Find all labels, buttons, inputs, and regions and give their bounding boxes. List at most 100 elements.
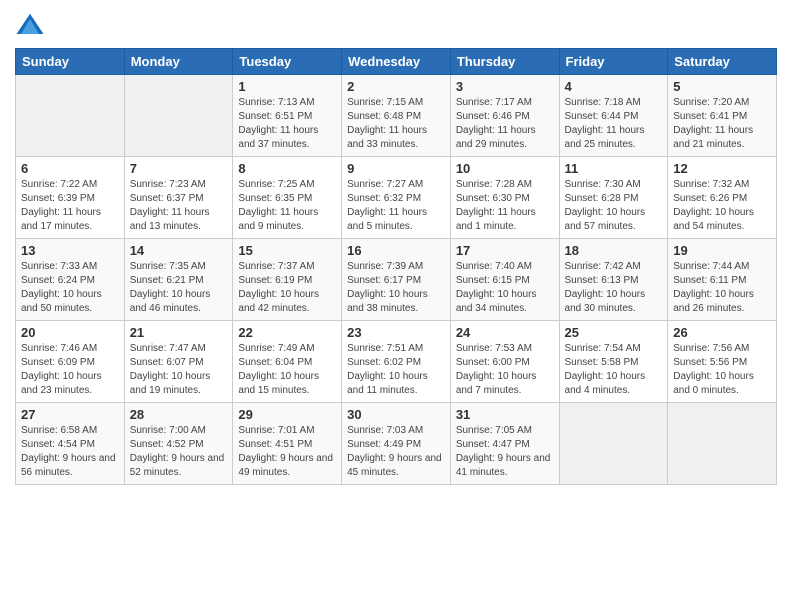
calendar: SundayMondayTuesdayWednesdayThursdayFrid… — [15, 48, 777, 485]
day-info: Sunrise: 7:42 AM Sunset: 6:13 PM Dayligh… — [565, 260, 663, 316]
weekday-header-monday: Monday — [124, 49, 233, 75]
calendar-cell: 21 Sunrise: 7:47 AM Sunset: 6:07 PM Dayli… — [124, 321, 233, 403]
day-number: 19 — [673, 243, 771, 258]
weekday-header-wednesday: Wednesday — [342, 49, 451, 75]
day-info: Sunrise: 7:23 AM Sunset: 6:37 PM Dayligh… — [130, 178, 228, 234]
calendar-cell — [668, 403, 777, 485]
calendar-cell: 31 Sunrise: 7:05 AM Sunset: 4:47 PM Dayli… — [450, 403, 559, 485]
calendar-cell: 17 Sunrise: 7:40 AM Sunset: 6:15 PM Dayli… — [450, 239, 559, 321]
calendar-cell: 6 Sunrise: 7:22 AM Sunset: 6:39 PM Daylig… — [16, 157, 125, 239]
weekday-header-friday: Friday — [559, 49, 668, 75]
calendar-cell: 22 Sunrise: 7:49 AM Sunset: 6:04 PM Dayli… — [233, 321, 342, 403]
day-info: Sunrise: 7:40 AM Sunset: 6:15 PM Dayligh… — [456, 260, 554, 316]
calendar-cell: 23 Sunrise: 7:51 AM Sunset: 6:02 PM Dayli… — [342, 321, 451, 403]
day-number: 25 — [565, 325, 663, 340]
day-info: Sunrise: 7:05 AM Sunset: 4:47 PM Dayligh… — [456, 424, 554, 480]
calendar-cell: 4 Sunrise: 7:18 AM Sunset: 6:44 PM Daylig… — [559, 75, 668, 157]
day-number: 21 — [130, 325, 228, 340]
day-number: 6 — [21, 161, 119, 176]
day-info: Sunrise: 7:33 AM Sunset: 6:24 PM Dayligh… — [21, 260, 119, 316]
calendar-cell: 15 Sunrise: 7:37 AM Sunset: 6:19 PM Dayli… — [233, 239, 342, 321]
day-number: 27 — [21, 407, 119, 422]
day-info: Sunrise: 7:32 AM Sunset: 6:26 PM Dayligh… — [673, 178, 771, 234]
calendar-cell: 26Sunrise: 7:56 AM Sunset: 5:56 PM Dayli… — [668, 321, 777, 403]
day-info: Sunrise: 7:15 AM Sunset: 6:48 PM Dayligh… — [347, 96, 445, 152]
calendar-cell: 12 Sunrise: 7:32 AM Sunset: 6:26 PM Dayli… — [668, 157, 777, 239]
day-info: Sunrise: 7:44 AM Sunset: 6:11 PM Dayligh… — [673, 260, 771, 316]
day-info: Sunrise: 7:53 AM Sunset: 6:00 PM Dayligh… — [456, 342, 554, 398]
calendar-cell: 10 Sunrise: 7:28 AM Sunset: 6:30 PM Dayli… — [450, 157, 559, 239]
weekday-header-thursday: Thursday — [450, 49, 559, 75]
weekday-header-saturday: Saturday — [668, 49, 777, 75]
day-number: 4 — [565, 79, 663, 94]
day-number: 22 — [238, 325, 336, 340]
day-number: 8 — [238, 161, 336, 176]
calendar-cell: 27 Sunrise: 6:58 AM Sunset: 4:54 PM Dayli… — [16, 403, 125, 485]
day-number: 28 — [130, 407, 228, 422]
calendar-cell: 19 Sunrise: 7:44 AM Sunset: 6:11 PM Dayli… — [668, 239, 777, 321]
day-number: 13 — [21, 243, 119, 258]
day-info: Sunrise: 7:18 AM Sunset: 6:44 PM Dayligh… — [565, 96, 663, 152]
day-number: 26 — [673, 325, 771, 340]
calendar-cell: 25 Sunrise: 7:54 AM Sunset: 5:58 PM Dayli… — [559, 321, 668, 403]
calendar-cell: 20Sunrise: 7:46 AM Sunset: 6:09 PM Dayli… — [16, 321, 125, 403]
logo — [15, 10, 49, 40]
day-number: 24 — [456, 325, 554, 340]
day-number: 17 — [456, 243, 554, 258]
calendar-cell: 1 Sunrise: 7:13 AM Sunset: 6:51 PM Daylig… — [233, 75, 342, 157]
weekday-header-sunday: Sunday — [16, 49, 125, 75]
day-info: Sunrise: 7:49 AM Sunset: 6:04 PM Dayligh… — [238, 342, 336, 398]
day-info: Sunrise: 7:17 AM Sunset: 6:46 PM Dayligh… — [456, 96, 554, 152]
day-info: Sunrise: 7:20 AM Sunset: 6:41 PM Dayligh… — [673, 96, 771, 152]
day-number: 5 — [673, 79, 771, 94]
day-info: Sunrise: 7:47 AM Sunset: 6:07 PM Dayligh… — [130, 342, 228, 398]
calendar-cell — [16, 75, 125, 157]
calendar-cell — [559, 403, 668, 485]
day-info: Sunrise: 7:54 AM Sunset: 5:58 PM Dayligh… — [565, 342, 663, 398]
day-info: Sunrise: 7:51 AM Sunset: 6:02 PM Dayligh… — [347, 342, 445, 398]
day-number: 20 — [21, 325, 119, 340]
calendar-cell: 14 Sunrise: 7:35 AM Sunset: 6:21 PM Dayli… — [124, 239, 233, 321]
day-number: 9 — [347, 161, 445, 176]
day-number: 10 — [456, 161, 554, 176]
day-info: Sunrise: 7:39 AM Sunset: 6:17 PM Dayligh… — [347, 260, 445, 316]
calendar-cell: 11 Sunrise: 7:30 AM Sunset: 6:28 PM Dayli… — [559, 157, 668, 239]
day-number: 30 — [347, 407, 445, 422]
day-info: Sunrise: 7:22 AM Sunset: 6:39 PM Dayligh… — [21, 178, 119, 234]
day-info: Sunrise: 7:01 AM Sunset: 4:51 PM Dayligh… — [238, 424, 336, 480]
day-number: 1 — [238, 79, 336, 94]
calendar-cell: 7 Sunrise: 7:23 AM Sunset: 6:37 PM Daylig… — [124, 157, 233, 239]
day-number: 18 — [565, 243, 663, 258]
day-number: 23 — [347, 325, 445, 340]
day-number: 3 — [456, 79, 554, 94]
calendar-cell: 8 Sunrise: 7:25 AM Sunset: 6:35 PM Daylig… — [233, 157, 342, 239]
calendar-cell: 28Sunrise: 7:00 AM Sunset: 4:52 PM Dayli… — [124, 403, 233, 485]
day-number: 14 — [130, 243, 228, 258]
day-info: Sunrise: 7:13 AM Sunset: 6:51 PM Dayligh… — [238, 96, 336, 152]
day-info: Sunrise: 6:58 AM Sunset: 4:54 PM Dayligh… — [21, 424, 119, 480]
logo-icon — [15, 10, 45, 40]
calendar-cell: 29Sunrise: 7:01 AM Sunset: 4:51 PM Dayli… — [233, 403, 342, 485]
calendar-cell: 24 Sunrise: 7:53 AM Sunset: 6:00 PM Dayli… — [450, 321, 559, 403]
day-number: 11 — [565, 161, 663, 176]
day-info: Sunrise: 7:25 AM Sunset: 6:35 PM Dayligh… — [238, 178, 336, 234]
day-info: Sunrise: 7:35 AM Sunset: 6:21 PM Dayligh… — [130, 260, 228, 316]
day-number: 16 — [347, 243, 445, 258]
calendar-cell — [124, 75, 233, 157]
calendar-cell: 9 Sunrise: 7:27 AM Sunset: 6:32 PM Daylig… — [342, 157, 451, 239]
page-header — [15, 10, 777, 40]
calendar-cell: 18 Sunrise: 7:42 AM Sunset: 6:13 PM Dayli… — [559, 239, 668, 321]
day-number: 15 — [238, 243, 336, 258]
day-number: 12 — [673, 161, 771, 176]
weekday-header-tuesday: Tuesday — [233, 49, 342, 75]
calendar-cell: 16 Sunrise: 7:39 AM Sunset: 6:17 PM Dayli… — [342, 239, 451, 321]
day-info: Sunrise: 7:27 AM Sunset: 6:32 PM Dayligh… — [347, 178, 445, 234]
calendar-cell: 30 Sunrise: 7:03 AM Sunset: 4:49 PM Dayli… — [342, 403, 451, 485]
calendar-cell: 2Sunrise: 7:15 AM Sunset: 6:48 PM Daylig… — [342, 75, 451, 157]
day-info: Sunrise: 7:28 AM Sunset: 6:30 PM Dayligh… — [456, 178, 554, 234]
day-info: Sunrise: 7:30 AM Sunset: 6:28 PM Dayligh… — [565, 178, 663, 234]
day-number: 7 — [130, 161, 228, 176]
day-number: 31 — [456, 407, 554, 422]
day-info: Sunrise: 7:03 AM Sunset: 4:49 PM Dayligh… — [347, 424, 445, 480]
day-info: Sunrise: 7:37 AM Sunset: 6:19 PM Dayligh… — [238, 260, 336, 316]
